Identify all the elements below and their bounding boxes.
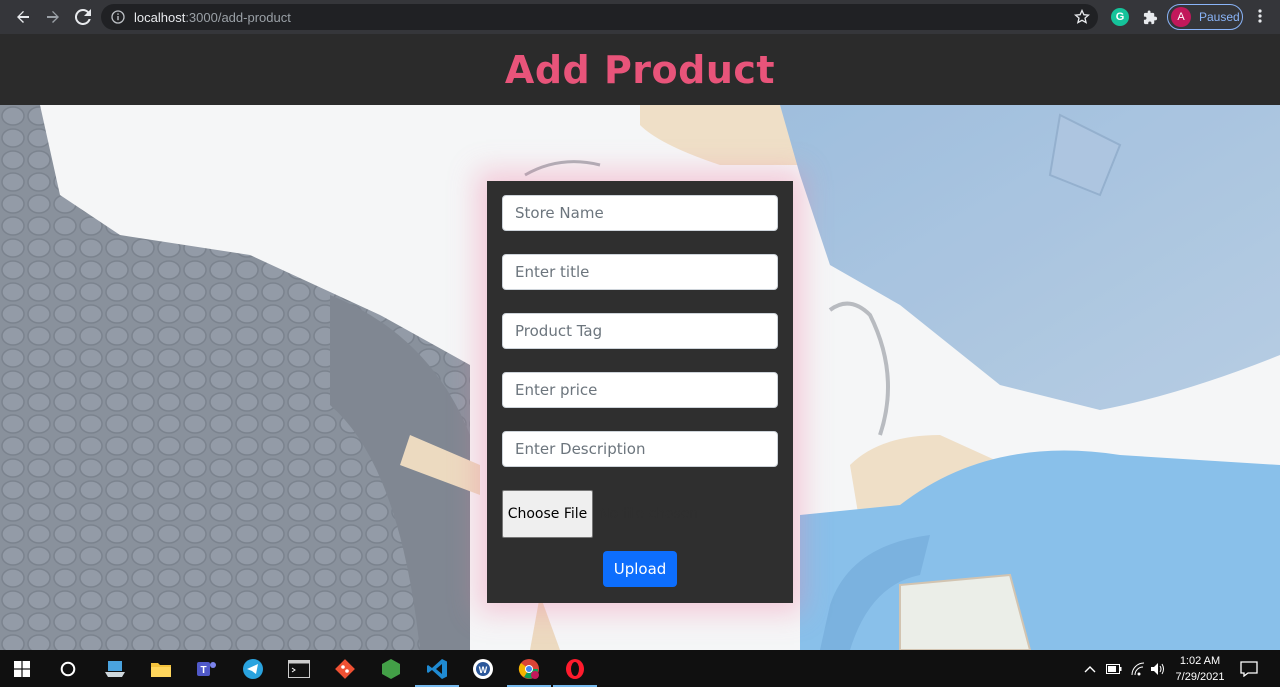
- battery-icon[interactable]: [1106, 650, 1122, 687]
- git-icon[interactable]: [330, 654, 360, 684]
- url-text: localhost:3000/add-product: [134, 10, 291, 25]
- browser-toolbar: localhost:3000/add-product G A Paused: [0, 0, 1280, 34]
- system-clock[interactable]: 1:02 AM 7/29/2021: [1170, 653, 1230, 685]
- volume-icon[interactable]: [1150, 650, 1166, 687]
- address-bar[interactable]: localhost:3000/add-product: [101, 4, 1098, 30]
- cortana-search-icon[interactable]: [53, 654, 83, 684]
- price-input[interactable]: [502, 372, 778, 408]
- file-upload-row: Choose File No file chosen: [502, 490, 778, 538]
- title-input[interactable]: [502, 254, 778, 290]
- opera-icon[interactable]: [553, 654, 597, 687]
- teams-icon[interactable]: T: [192, 654, 222, 684]
- browser-menu-icon[interactable]: [1252, 8, 1268, 26]
- show-hidden-icons-icon[interactable]: [1084, 650, 1096, 687]
- page-header: Add Product: [0, 34, 1280, 105]
- vscode-icon[interactable]: [415, 654, 459, 687]
- forward-button[interactable]: [38, 2, 68, 32]
- extensions-puzzle-icon[interactable]: [1141, 8, 1159, 26]
- svg-text:W: W: [479, 665, 488, 675]
- description-input[interactable]: [502, 431, 778, 467]
- file-explorer-icon[interactable]: [146, 654, 176, 684]
- word-app-icon[interactable]: W: [468, 654, 498, 684]
- upload-button[interactable]: Upload: [603, 551, 677, 587]
- windows-taskbar: T W 1:02 AM 7/29/2021: [0, 650, 1280, 687]
- chrome-icon[interactable]: [507, 654, 551, 687]
- back-button[interactable]: [8, 2, 38, 32]
- clock-time: 1:02 AM: [1179, 655, 1221, 667]
- reload-icon: [75, 9, 91, 25]
- add-product-form: Choose File No file chosen Upload: [487, 181, 793, 603]
- product-tag-input[interactable]: [502, 313, 778, 349]
- grammarly-extension-icon[interactable]: G: [1111, 8, 1129, 26]
- svg-text:T: T: [200, 665, 206, 676]
- terminal-icon[interactable]: [284, 654, 314, 684]
- url-path: :3000/add-product: [185, 9, 291, 25]
- profile-status: Paused: [1199, 10, 1240, 24]
- avatar: A: [1171, 7, 1191, 27]
- windows-start-icon[interactable]: [7, 654, 37, 684]
- choose-file-button[interactable]: Choose File: [502, 490, 593, 538]
- back-arrow-icon: [17, 11, 29, 23]
- wifi-icon[interactable]: [1130, 650, 1146, 687]
- telegram-icon[interactable]: [238, 654, 268, 684]
- notifications-icon[interactable]: [1240, 650, 1258, 687]
- bookmark-star-icon[interactable]: [1074, 9, 1090, 25]
- site-info-icon[interactable]: [111, 10, 125, 24]
- store-name-input[interactable]: [502, 195, 778, 231]
- profile-button[interactable]: A Paused: [1167, 4, 1243, 30]
- forward-arrow-icon: [47, 11, 59, 23]
- clock-date: 7/29/2021: [1175, 671, 1225, 683]
- url-host: localhost: [134, 9, 186, 25]
- nodejs-icon[interactable]: [376, 654, 406, 684]
- reload-button[interactable]: [68, 2, 98, 32]
- hero-background: Choose File No file chosen Upload: [0, 105, 1280, 650]
- file-transfer-icon[interactable]: [100, 654, 130, 684]
- page-title: Add Product: [504, 47, 776, 92]
- file-status-text: No file chosen: [599, 506, 699, 522]
